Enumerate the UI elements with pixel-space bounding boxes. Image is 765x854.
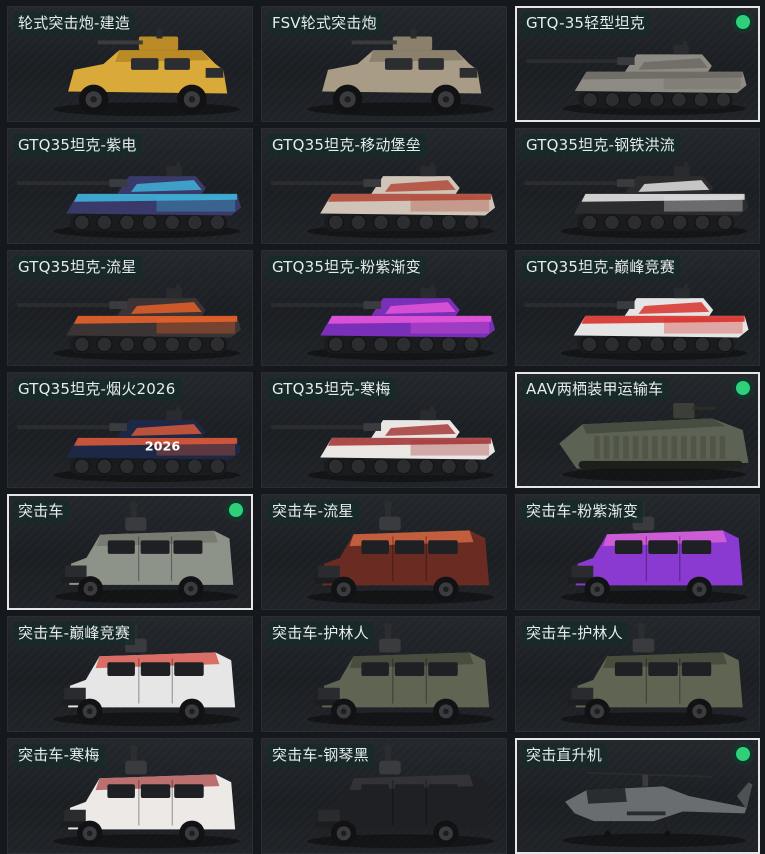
vehicle-skin-card[interactable]: 突击车-护林人 <box>261 616 507 732</box>
tank-model <box>270 284 496 354</box>
vehicle-name: 突击直升机 <box>522 744 608 767</box>
vehicle-name: GTQ35坦克-钢铁洪流 <box>522 134 680 157</box>
vehicle-skin-card[interactable]: GTQ35坦克-紫电 <box>7 128 253 244</box>
owned-indicator-icon <box>736 381 750 395</box>
vehicle-name: GTQ-35轻型坦克 <box>522 12 650 35</box>
vehicle-skin-card[interactable]: GTQ35坦克-流星 <box>7 250 253 366</box>
vehicle-name: GTQ35坦克-烟火2026 <box>14 378 181 401</box>
tank-model <box>270 406 496 476</box>
vehicle-name: GTQ35坦克-粉紫渐变 <box>268 256 426 279</box>
vehicle-skin-card[interactable]: GTQ35坦克-粉紫渐变 <box>261 250 507 366</box>
vehicle-skin-card[interactable]: GTQ35坦克-巅峰竞赛 <box>515 250 760 366</box>
vehicle-skin-card[interactable]: 突击车 <box>7 494 253 610</box>
tank-model <box>524 284 749 354</box>
vehicle-name: 突击车-粉紫渐变 <box>522 500 644 523</box>
vehicle-name: GTQ35坦克-寒梅 <box>268 378 396 401</box>
tank-model: 2026 <box>16 406 242 476</box>
vehicle-name: 突击车 <box>14 500 69 523</box>
amphibious-carrier-model <box>559 402 749 469</box>
owned-indicator-icon <box>736 15 750 29</box>
vehicle-skin-card[interactable]: AAV两栖装甲运输车 <box>515 372 760 488</box>
vehicle-skin-card[interactable]: GTQ35坦克-移动堡垒 <box>261 128 507 244</box>
wheeled-gun-model <box>322 28 482 115</box>
tank-model <box>16 162 242 232</box>
vehicle-skin-card[interactable]: 突击车-钢琴黑 <box>261 738 507 854</box>
vehicle-skin-card[interactable]: 轮式突击炮-建造 <box>7 6 253 122</box>
vehicle-skin-card[interactable]: 突击车-护林人 <box>515 616 760 732</box>
tank-model <box>16 284 242 354</box>
tank-model <box>526 40 747 109</box>
vehicle-skin-card[interactable]: FSV轮式突击炮 <box>261 6 507 122</box>
assault-vehicle-model <box>61 501 234 602</box>
vehicle-name: GTQ35坦克-巅峰竞赛 <box>522 256 680 279</box>
vehicle-name: 突击车-钢琴黑 <box>268 744 374 767</box>
vehicle-name: 突击车-巅峰竞赛 <box>14 622 136 645</box>
vehicle-name: 突击车-流星 <box>268 500 359 523</box>
livery-number: 2026 <box>145 440 181 455</box>
vehicle-skin-card[interactable]: 突击车-寒梅 <box>7 738 253 854</box>
vehicle-skin-card[interactable]: 突击直升机 <box>515 738 760 854</box>
vehicle-skin-card[interactable]: 突击车-流星 <box>261 494 507 610</box>
vehicle-skin-card[interactable]: 2026 GTQ35坦克-烟火2026 <box>7 372 253 488</box>
vehicle-skin-card[interactable]: GTQ-35轻型坦克 <box>515 6 760 122</box>
vehicle-name: 突击车-寒梅 <box>14 744 105 767</box>
vehicle-name: GTQ35坦克-紫电 <box>14 134 142 157</box>
attack-helicopter-model <box>565 771 753 837</box>
vehicle-name: GTQ35坦克-移动堡垒 <box>268 134 426 157</box>
tank-model <box>524 162 749 232</box>
vehicle-name: GTQ35坦克-流星 <box>14 256 142 279</box>
vehicle-name: 突击车-护林人 <box>268 622 374 645</box>
vehicle-skin-card[interactable]: GTQ35坦克-钢铁洪流 <box>515 128 760 244</box>
vehicle-name: 轮式突击炮-建造 <box>14 12 136 35</box>
vehicle-skin-grid: 轮式突击炮-建造 FSV轮式突击炮 GTQ-35轻型坦克 GTQ35坦克-紫电 GTQ3… <box>0 0 765 854</box>
vehicle-name: AAV两栖装甲运输车 <box>522 378 669 401</box>
owned-indicator-icon <box>229 503 243 517</box>
vehicle-skin-card[interactable]: 突击车-巅峰竞赛 <box>7 616 253 732</box>
vehicle-skin-card[interactable]: GTQ35坦克-寒梅 <box>261 372 507 488</box>
vehicle-skin-card[interactable]: 突击车-粉紫渐变 <box>515 494 760 610</box>
wheeled-gun-model <box>68 28 228 115</box>
owned-indicator-icon <box>736 747 750 761</box>
tank-model <box>270 162 496 232</box>
vehicle-name: FSV轮式突击炮 <box>268 12 382 35</box>
vehicle-name: 突击车-护林人 <box>522 622 628 645</box>
